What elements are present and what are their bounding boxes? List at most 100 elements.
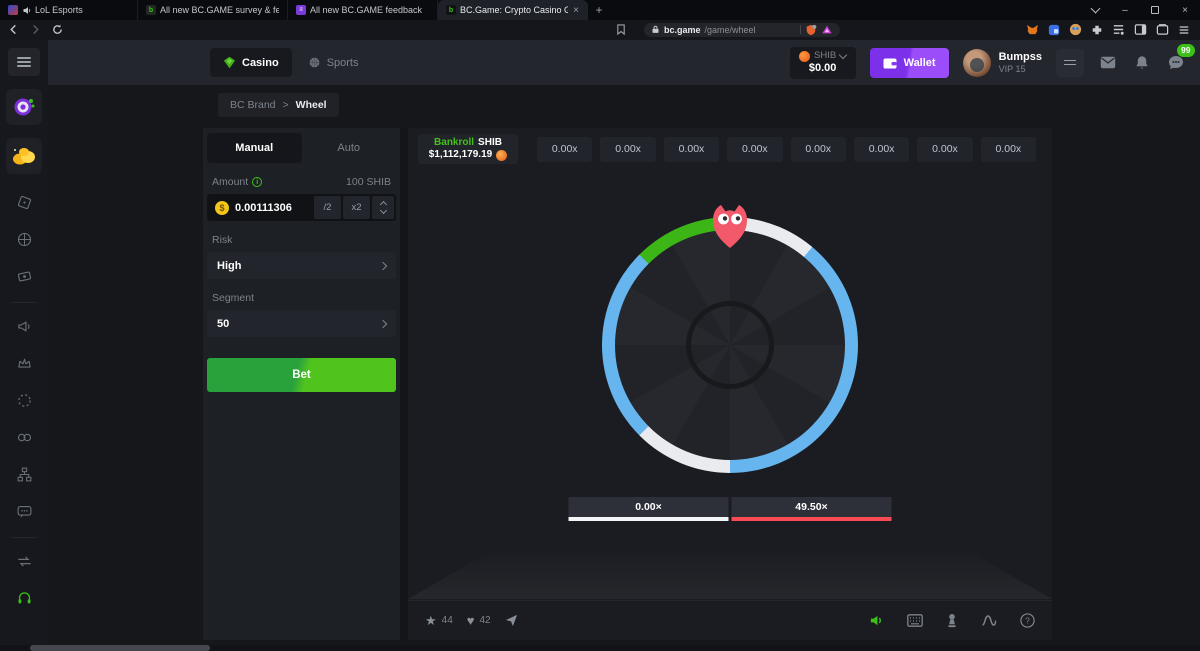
history-item[interactable]: 0.00x bbox=[981, 137, 1036, 162]
bet-button[interactable]: Bet bbox=[207, 358, 396, 392]
quick-menu-button[interactable] bbox=[1056, 49, 1084, 77]
amount-input[interactable]: $ 0.00111306 /2 x2 bbox=[207, 194, 396, 221]
tab-title: LoL Esports bbox=[35, 5, 83, 15]
headset-icon bbox=[16, 590, 33, 607]
nav-sports-label: Sports bbox=[327, 57, 359, 69]
wallet-button[interactable]: Wallet bbox=[870, 48, 949, 78]
reading-list-icon[interactable] bbox=[1112, 23, 1125, 36]
browser-profile-icon[interactable] bbox=[1156, 23, 1169, 36]
bet-panel: Manual Auto Amount i 100 SHIB $ 0.001113… bbox=[203, 128, 400, 640]
nav-casino-button[interactable]: Casino bbox=[210, 48, 292, 77]
back-icon[interactable] bbox=[6, 23, 20, 37]
sidebar-item-vip[interactable] bbox=[15, 354, 33, 372]
avatar[interactable] bbox=[963, 49, 991, 77]
refresh-icon[interactable] bbox=[50, 23, 64, 37]
sidebar-item-rewards[interactable] bbox=[15, 391, 33, 409]
amount-label: Amount bbox=[212, 176, 248, 188]
header-right: SHIB $0.00 Wallet Bumpss VIP 15 bbox=[790, 47, 1200, 79]
amount-max[interactable]: 100 SHIB bbox=[346, 176, 391, 188]
help-icon[interactable]: ? bbox=[1020, 613, 1035, 628]
segment-select[interactable]: 50 bbox=[207, 310, 396, 337]
new-tab-button[interactable]: + bbox=[588, 0, 610, 20]
result-bar-right: 49.50× bbox=[732, 497, 892, 517]
window-minimize-button[interactable]: – bbox=[1110, 0, 1140, 20]
likes-counter[interactable]: ♥42 bbox=[467, 613, 491, 628]
extension-row bbox=[1026, 23, 1194, 36]
history-item[interactable]: 0.00x bbox=[664, 137, 719, 162]
browser-tab-lol[interactable]: LoL Esports bbox=[0, 0, 138, 20]
nav-casino-label: Casino bbox=[242, 57, 279, 69]
forward-icon[interactable] bbox=[28, 23, 42, 37]
side-panel-icon[interactable] bbox=[1134, 23, 1147, 36]
amount-stepper[interactable] bbox=[372, 196, 394, 219]
tab-auto[interactable]: Auto bbox=[302, 133, 397, 163]
sidebar-item-bonus[interactable] bbox=[6, 138, 42, 174]
tab-manual[interactable]: Manual bbox=[207, 133, 302, 163]
horizontal-scrollbar[interactable] bbox=[0, 645, 1200, 651]
browser-menu-icon[interactable] bbox=[1178, 24, 1190, 36]
scrollbar-thumb[interactable] bbox=[30, 645, 210, 651]
history-item[interactable]: 0.00x bbox=[727, 137, 782, 162]
sidebar-item-promotions[interactable] bbox=[15, 317, 33, 335]
bcgame-favicon: b bbox=[446, 5, 456, 15]
fairness-pawn-icon[interactable] bbox=[946, 613, 958, 628]
tab-audio-icon[interactable] bbox=[22, 6, 31, 15]
history-item[interactable]: 0.00x bbox=[791, 137, 846, 162]
history-item[interactable]: 0.00x bbox=[537, 137, 592, 162]
chat-button[interactable]: 99 bbox=[1166, 53, 1186, 73]
chat-unread-badge: 99 bbox=[1177, 44, 1195, 57]
window-close-button[interactable]: × bbox=[1170, 0, 1200, 20]
breadcrumb-parent[interactable]: BC Brand bbox=[230, 99, 276, 111]
live-stats-icon[interactable] bbox=[981, 614, 997, 627]
sidebar-item-support[interactable] bbox=[15, 589, 33, 607]
inbox-button[interactable] bbox=[1098, 53, 1118, 73]
sidebar-item-chat[interactable] bbox=[15, 502, 33, 520]
avatar-extension-icon[interactable] bbox=[1069, 23, 1082, 36]
share-button[interactable] bbox=[505, 614, 518, 627]
warning-triangle-icon[interactable] bbox=[821, 24, 833, 36]
history-item[interactable]: 0.00x bbox=[600, 137, 655, 162]
browser-tab-bcgame-active[interactable]: b BC.Game: Crypto Casino Games & × bbox=[438, 0, 588, 20]
history-item[interactable]: 0.00x bbox=[917, 137, 972, 162]
notifications-button[interactable] bbox=[1132, 53, 1152, 73]
currency-code: SHIB bbox=[814, 51, 836, 62]
tab-close-icon[interactable]: × bbox=[572, 5, 580, 16]
sidebar bbox=[0, 40, 48, 651]
shield-extension-icon[interactable] bbox=[805, 24, 817, 36]
window-restore-button[interactable] bbox=[1140, 0, 1170, 20]
amount-value[interactable]: 0.00111306 bbox=[235, 202, 292, 214]
sidebar-menu-icon[interactable] bbox=[8, 48, 40, 76]
sidebar-item-racing[interactable] bbox=[15, 267, 33, 285]
favorites-counter[interactable]: ★44 bbox=[425, 613, 453, 629]
sidebar-item-swap[interactable] bbox=[15, 552, 33, 570]
result-value: 0.00× bbox=[635, 501, 662, 513]
info-icon[interactable]: i bbox=[252, 177, 262, 187]
bookmark-icon[interactable] bbox=[614, 23, 628, 37]
metamask-icon[interactable] bbox=[1026, 23, 1039, 36]
sidebar-item-casino[interactable] bbox=[15, 193, 33, 211]
risk-select[interactable]: High bbox=[207, 252, 396, 279]
result-history: 0.00x 0.00x 0.00x 0.00x 0.00x 0.00x 0.00… bbox=[537, 137, 1036, 162]
balance-selector[interactable]: SHIB $0.00 bbox=[790, 47, 856, 79]
tab-search-icon[interactable] bbox=[1080, 0, 1110, 20]
blue-extension-icon[interactable] bbox=[1048, 24, 1060, 36]
sidebar-item-affiliate[interactable] bbox=[15, 465, 33, 483]
history-item[interactable]: 0.00x bbox=[854, 137, 909, 162]
segment-value: 50 bbox=[217, 318, 229, 330]
extensions-puzzle-icon[interactable] bbox=[1091, 24, 1103, 36]
envelope-icon bbox=[1100, 56, 1116, 69]
page: Casino Sports SHIB $0.00 Wallet bbox=[0, 40, 1200, 651]
half-button[interactable]: /2 bbox=[314, 196, 341, 219]
browser-tab-survey[interactable]: b All new BC.GAME survey & feedback r bbox=[138, 0, 288, 20]
sidebar-item-sports[interactable] bbox=[15, 230, 33, 248]
hotkeys-keyboard-icon[interactable] bbox=[907, 614, 923, 627]
window-controls: – × bbox=[1080, 0, 1200, 20]
nav-sports-button[interactable]: Sports bbox=[308, 56, 359, 69]
sound-on-icon[interactable] bbox=[869, 613, 884, 628]
double-button[interactable]: x2 bbox=[343, 196, 370, 219]
url-bar[interactable]: bc.game/game/wheel bbox=[644, 23, 840, 37]
bet-mode-tabs: Manual Auto bbox=[207, 133, 396, 163]
browser-tab-feedback[interactable]: ≡ All new BC.GAME feedback bbox=[288, 0, 438, 20]
sidebar-item-originals[interactable] bbox=[6, 89, 42, 125]
sidebar-item-lottery[interactable] bbox=[15, 428, 33, 446]
